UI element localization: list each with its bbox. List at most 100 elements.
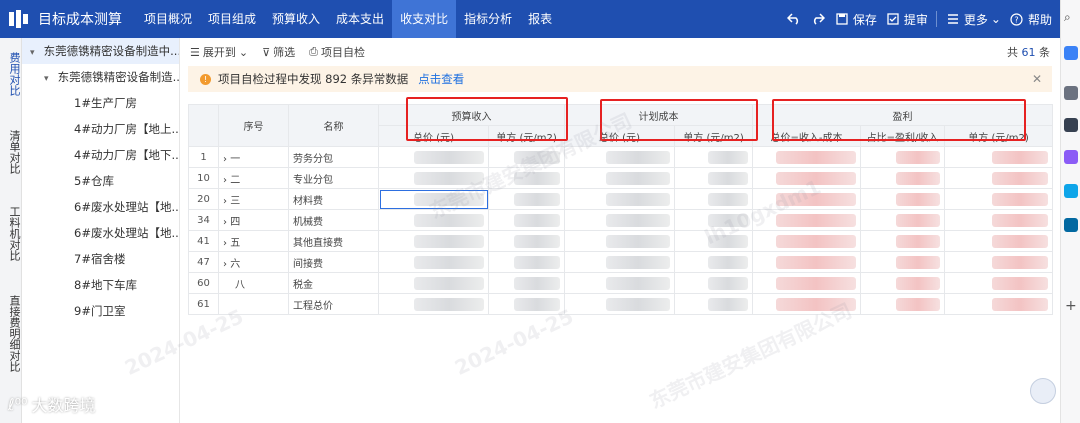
row-seq[interactable] bbox=[218, 293, 289, 315]
app-shortcut-icon[interactable] bbox=[1064, 184, 1078, 198]
table-row[interactable]: 10 › 二专业分包 bbox=[188, 167, 1054, 189]
masked-value-cell[interactable] bbox=[943, 188, 1054, 210]
vtab-material-compare[interactable]: 工料机对比 bbox=[0, 188, 22, 278]
add-icon[interactable]: + bbox=[1065, 298, 1077, 314]
masked-value-cell[interactable] bbox=[378, 251, 489, 273]
masked-value-cell[interactable] bbox=[378, 209, 489, 231]
masked-value-cell[interactable] bbox=[488, 293, 565, 315]
undo-icon[interactable] bbox=[786, 11, 802, 27]
masked-value-cell[interactable] bbox=[860, 188, 945, 210]
vtab-fee-compare[interactable]: 费用对比 bbox=[0, 38, 22, 104]
masked-value-cell[interactable] bbox=[752, 209, 861, 231]
masked-value-cell[interactable] bbox=[674, 167, 753, 189]
masked-value-cell[interactable] bbox=[860, 209, 945, 231]
masked-value-cell[interactable] bbox=[378, 146, 489, 168]
masked-value-cell[interactable] bbox=[943, 209, 1054, 231]
table-row[interactable]: 61 工程总价 bbox=[188, 293, 1054, 315]
masked-value-cell[interactable] bbox=[674, 251, 753, 273]
table-row[interactable]: 47 › 六间接费 bbox=[188, 251, 1054, 273]
filter-button[interactable]: ⊽ 筛选 bbox=[262, 44, 295, 60]
vtab-list-compare[interactable]: 清单对比 bbox=[0, 104, 22, 188]
tree-leaf-item[interactable]: 6#废水处理站【地... bbox=[22, 220, 179, 246]
help-button[interactable]: ? 帮助 bbox=[1009, 11, 1052, 28]
masked-value-cell[interactable] bbox=[674, 272, 753, 294]
masked-value-cell[interactable] bbox=[943, 293, 1054, 315]
masked-value-cell[interactable] bbox=[943, 251, 1054, 273]
assistant-robot-icon[interactable] bbox=[1030, 378, 1056, 404]
masked-value-cell[interactable] bbox=[943, 167, 1054, 189]
save-button[interactable]: 保存 bbox=[834, 11, 877, 28]
masked-value-cell[interactable] bbox=[564, 293, 675, 315]
nav-item-cost-expense[interactable]: 成本支出 bbox=[328, 0, 392, 38]
row-seq[interactable]: 八 bbox=[218, 272, 289, 294]
masked-value-cell[interactable] bbox=[752, 167, 861, 189]
masked-value-cell[interactable] bbox=[674, 188, 753, 210]
nav-item-indicator-analysis[interactable]: 指标分析 bbox=[456, 0, 520, 38]
masked-value-cell[interactable] bbox=[378, 188, 489, 210]
alert-view-link[interactable]: 点击查看 bbox=[418, 71, 464, 87]
app-shortcut-icon[interactable] bbox=[1064, 218, 1078, 232]
masked-value-cell[interactable] bbox=[860, 293, 945, 315]
masked-value-cell[interactable] bbox=[860, 146, 945, 168]
tree-leaf-item[interactable]: 6#废水处理站【地... bbox=[22, 194, 179, 220]
masked-value-cell[interactable] bbox=[943, 272, 1054, 294]
caret-down-icon[interactable]: ▾ bbox=[44, 66, 54, 90]
nav-item-budget-income[interactable]: 预算收入 bbox=[264, 0, 328, 38]
masked-value-cell[interactable] bbox=[674, 209, 753, 231]
masked-value-cell[interactable] bbox=[752, 146, 861, 168]
row-seq[interactable]: › 四 bbox=[218, 209, 289, 231]
vtab-direct-cost-compare[interactable]: 直接费明细对比 bbox=[0, 278, 22, 388]
nav-item-project-overview[interactable]: 项目概况 bbox=[136, 0, 200, 38]
masked-value-cell[interactable] bbox=[488, 146, 565, 168]
masked-value-cell[interactable] bbox=[488, 230, 565, 252]
masked-value-cell[interactable] bbox=[488, 272, 565, 294]
masked-value-cell[interactable] bbox=[943, 146, 1054, 168]
masked-value-cell[interactable] bbox=[943, 230, 1054, 252]
masked-value-cell[interactable] bbox=[860, 272, 945, 294]
tree-sub-item[interactable]: ▾ 东莞德镌精密设备制造... bbox=[22, 64, 179, 90]
tree-leaf-item[interactable]: 9#门卫室 bbox=[22, 298, 179, 324]
search-icon[interactable]: ⌕ bbox=[1064, 10, 1071, 25]
app-shortcut-icon[interactable] bbox=[1064, 118, 1078, 132]
masked-value-cell[interactable] bbox=[564, 251, 675, 273]
masked-value-cell[interactable] bbox=[378, 293, 489, 315]
masked-value-cell[interactable] bbox=[752, 272, 861, 294]
app-shortcut-icon[interactable] bbox=[1064, 150, 1078, 164]
masked-value-cell[interactable] bbox=[488, 188, 565, 210]
expand-to-button[interactable]: ☰ 展开到 ⌄ bbox=[190, 44, 248, 60]
close-icon[interactable]: ✕ bbox=[1032, 72, 1042, 86]
app-shortcut-icon[interactable] bbox=[1064, 46, 1078, 60]
row-seq[interactable]: › 三 bbox=[218, 188, 289, 210]
table-row[interactable]: 34 › 四机械费 bbox=[188, 209, 1054, 231]
table-row[interactable]: 60 八 税金 bbox=[188, 272, 1054, 294]
masked-value-cell[interactable] bbox=[860, 251, 945, 273]
self-check-button[interactable]: ⎙ 项目自检 bbox=[309, 44, 365, 60]
tree-leaf-item[interactable]: 1#生产厂房 bbox=[22, 90, 179, 116]
masked-value-cell[interactable] bbox=[752, 188, 861, 210]
nav-item-reports[interactable]: 报表 bbox=[520, 0, 560, 38]
nav-item-income-expense-compare[interactable]: 收支对比 bbox=[392, 0, 457, 38]
masked-value-cell[interactable] bbox=[488, 251, 565, 273]
masked-value-cell[interactable] bbox=[564, 146, 675, 168]
redo-icon[interactable] bbox=[810, 11, 826, 27]
row-seq[interactable]: › 一 bbox=[218, 146, 289, 168]
masked-value-cell[interactable] bbox=[564, 167, 675, 189]
masked-value-cell[interactable] bbox=[564, 188, 675, 210]
masked-value-cell[interactable] bbox=[674, 146, 753, 168]
masked-value-cell[interactable] bbox=[378, 230, 489, 252]
tree-leaf-item[interactable]: 7#宿舍楼 bbox=[22, 246, 179, 272]
masked-value-cell[interactable] bbox=[674, 293, 753, 315]
tree-leaf-item[interactable]: 4#动力厂房【地下... bbox=[22, 142, 179, 168]
nav-item-project-composition[interactable]: 项目组成 bbox=[200, 0, 264, 38]
masked-value-cell[interactable] bbox=[674, 230, 753, 252]
masked-value-cell[interactable] bbox=[564, 272, 675, 294]
masked-value-cell[interactable] bbox=[488, 167, 565, 189]
tree-leaf-item[interactable]: 5#仓库 bbox=[22, 168, 179, 194]
tree-leaf-item[interactable]: 8#地下车库 bbox=[22, 272, 179, 298]
masked-value-cell[interactable] bbox=[488, 209, 565, 231]
caret-down-icon[interactable]: ▾ bbox=[30, 40, 40, 64]
table-row[interactable]: 1 › 一劳务分包 bbox=[188, 146, 1054, 168]
more-menu-button[interactable]: 更多 ⌄ bbox=[945, 11, 1001, 28]
tree-leaf-item[interactable]: 4#动力厂房【地上... bbox=[22, 116, 179, 142]
masked-value-cell[interactable] bbox=[378, 272, 489, 294]
